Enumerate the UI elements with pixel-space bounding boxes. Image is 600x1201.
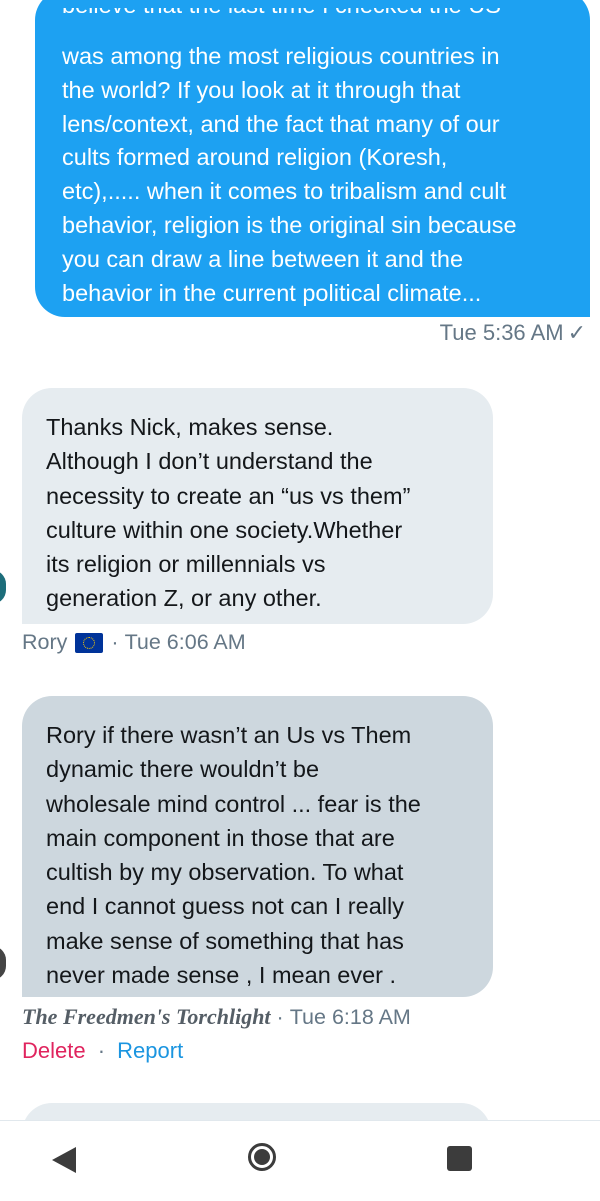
actions-separator: ·	[97, 1038, 106, 1063]
system-nav-bar	[0, 1120, 600, 1201]
meta-separator: ·	[276, 1004, 284, 1029]
sent-message-bubble[interactable]: believe that the last time I checked the…	[35, 0, 590, 317]
back-triangle-icon[interactable]	[52, 1147, 76, 1173]
home-circle-icon[interactable]	[248, 1143, 276, 1171]
message-meta: The Freedmen's Torchlight · Tue 6:18 AM	[22, 1004, 411, 1030]
message-line: never made sense , I mean ever .	[46, 962, 397, 989]
eu-flag-icon	[75, 632, 104, 653]
message-line: Rory if there wasn’t an Us vs Them	[46, 722, 412, 748]
sent-message-line: cults formed around religion (Koresh,	[62, 144, 448, 171]
sent-message-cut-line: believe that the last time I checked the…	[62, 8, 568, 40]
message-line: culture within one society.Whether	[46, 516, 403, 543]
sent-check-icon: ✓	[567, 320, 586, 345]
sender-name[interactable]: Rory	[22, 630, 67, 655]
delete-link[interactable]: Delete	[22, 1038, 86, 1063]
sent-message-line: you can draw a line between it and the	[62, 245, 464, 272]
sender-name[interactable]: The Freedmen's Torchlight	[22, 1004, 271, 1030]
meta-separator: ·	[111, 630, 119, 654]
sent-message-line: was among the most religious countries i…	[62, 43, 500, 69]
sent-message-line: behavior in the current political climat…	[62, 279, 482, 306]
message-line: end I cannot guess not can I really	[46, 893, 404, 920]
message-timestamp: Tue 6:06 AM	[124, 630, 246, 654]
recent-apps-square-icon[interactable]	[447, 1146, 472, 1171]
avatar[interactable]	[0, 570, 6, 604]
sent-message-line: behavior, religion is the original sin b…	[62, 211, 517, 238]
message-line: necessity to create an “us vs them”	[46, 482, 411, 509]
received-message-bubble[interactable]: Rory if there wasn’t an Us vs Them dynam…	[22, 696, 493, 997]
sent-message-line: lens/context, and the fact that many of …	[62, 110, 500, 137]
message-meta: Rory · Tue 6:06 AM	[22, 630, 246, 655]
avatar[interactable]	[0, 946, 6, 980]
message-line: wholesale mind control ... fear is the	[46, 790, 421, 817]
sent-message-timestamp: Tue 5:36 AM	[439, 320, 564, 345]
received-message-bubble[interactable]: Thanks Nick, makes sense. Although I don…	[22, 388, 493, 624]
sent-message-line: the world? If you look at it through tha…	[62, 76, 461, 103]
message-line: Although I don’t understand the	[46, 448, 373, 475]
sent-message-meta: Tue 5:36 AM ✓	[440, 320, 586, 346]
message-line: dynamic there wouldn’t be	[46, 756, 320, 783]
message-line: main component in those that are	[46, 824, 395, 851]
message-line: its religion or millennials vs	[46, 551, 326, 578]
message-actions: Delete · Report	[22, 1038, 183, 1064]
message-line: generation Z, or any other.	[46, 585, 322, 612]
message-line: make sense of something that has	[46, 927, 404, 954]
message-line: cultish by my observation. To what	[46, 859, 404, 886]
message-line: Thanks Nick, makes sense.	[46, 414, 334, 440]
sent-message-line: etc),..... when it comes to tribalism an…	[62, 178, 507, 205]
message-timestamp: Tue 6:18 AM	[289, 1004, 411, 1029]
report-link[interactable]: Report	[117, 1038, 183, 1063]
